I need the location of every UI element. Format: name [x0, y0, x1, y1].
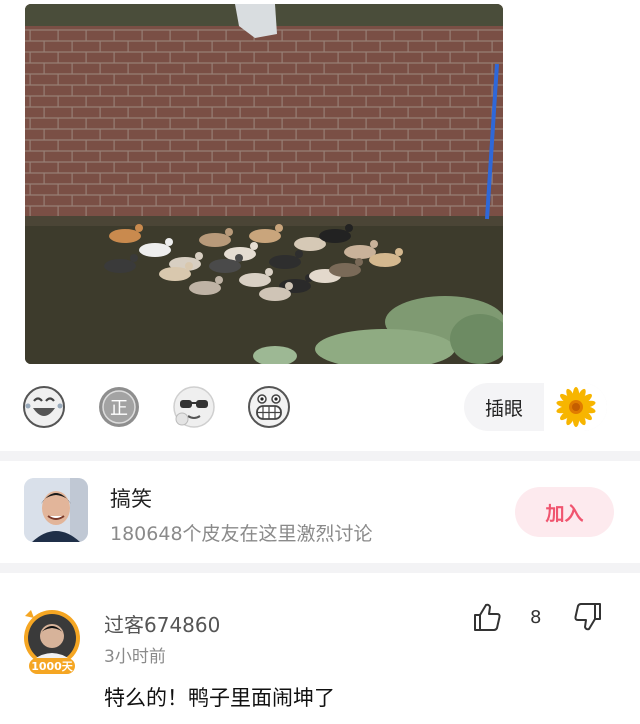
join-group-button[interactable]: 加入 [515, 487, 614, 537]
sunglasses-face-icon[interactable] [173, 386, 215, 428]
comment-timestamp: 3小时前 [104, 647, 166, 667]
sunflower-icon [544, 383, 607, 431]
group-avatar[interactable] [24, 478, 88, 542]
avatar-badge: 1000天 [31, 660, 74, 673]
section-divider [0, 563, 640, 573]
post-image[interactable] [25, 4, 503, 364]
insert-eye-label: 插眼 [484, 397, 523, 420]
zheng-badge-icon[interactable]: 正 [98, 386, 140, 428]
svg-text:正: 正 [110, 398, 128, 419]
comment-text: 特么的！鸭子里面闹坤了 [104, 686, 335, 710]
thumbs-down-icon[interactable] [572, 601, 604, 633]
comment-avatar[interactable]: 1000天 [19, 606, 85, 678]
section-divider [0, 451, 640, 461]
group-name[interactable]: 搞笑 [110, 483, 152, 513]
laughing-face-icon[interactable] [23, 386, 65, 428]
comment-username[interactable]: 过客674860 [104, 609, 220, 638]
like-count: 8 [530, 607, 542, 628]
grinning-teeth-face-icon[interactable] [248, 386, 290, 428]
group-member-count: 180648个皮友在这里激烈讨论 [110, 523, 373, 545]
insert-eye-button[interactable]: 插眼 [464, 383, 607, 431]
thumbs-up-icon[interactable] [471, 601, 503, 633]
